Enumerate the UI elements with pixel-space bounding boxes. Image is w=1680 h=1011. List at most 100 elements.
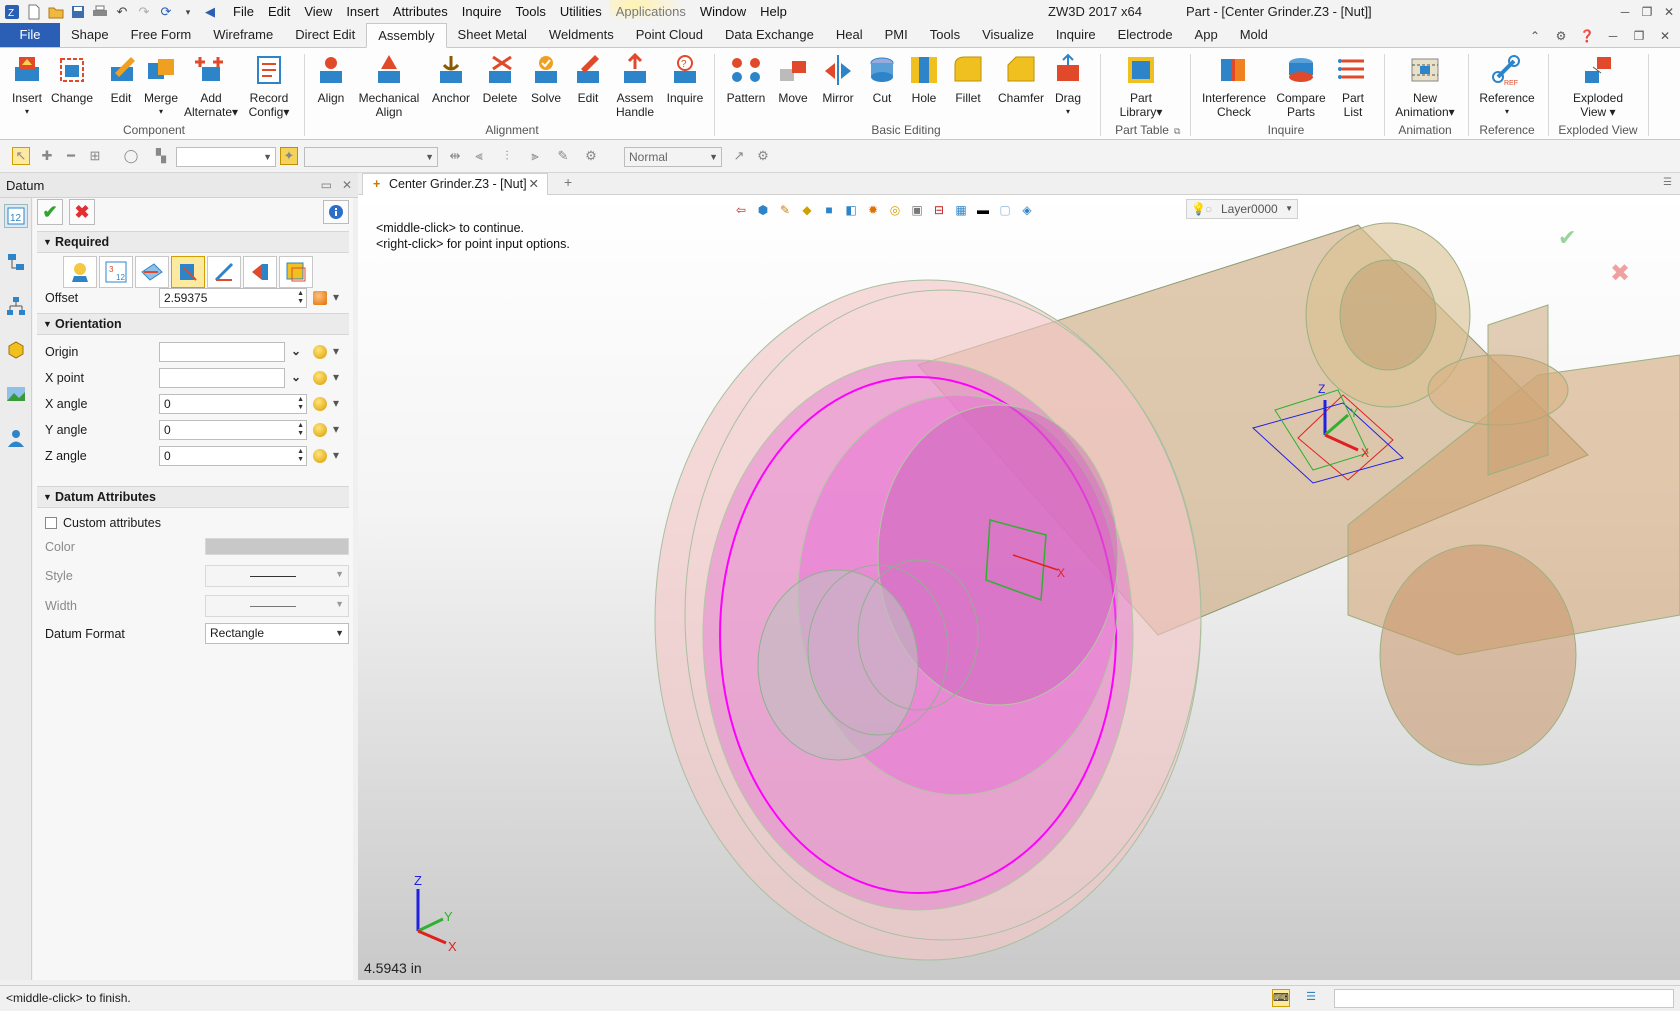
xangle-spinner-icon[interactable]: ▲ ▼ (297, 396, 304, 412)
visual-styles-icon[interactable] (4, 382, 28, 406)
panel-close-icon[interactable]: ✕ (342, 178, 352, 192)
tab-sheet-metal[interactable]: Sheet Metal (447, 23, 538, 47)
menu-file[interactable]: File (226, 0, 261, 24)
collapse-ribbon-icon[interactable]: ⌃ (1524, 24, 1546, 48)
doc-minimize-icon[interactable]: ─ (1602, 24, 1624, 48)
background-icon[interactable]: ▢ (996, 201, 1014, 219)
doc-close-icon[interactable]: ✕ (1654, 24, 1676, 48)
minimize-icon[interactable]: ─ (1614, 0, 1636, 24)
offset-spinner-icon[interactable]: ▲ ▼ (297, 290, 304, 306)
undo-icon[interactable]: ↶ (112, 2, 132, 22)
layer-select[interactable]: 💡 ○ Layer0000 ▼ (1186, 199, 1298, 219)
yangle-pick-icon[interactable] (313, 423, 327, 437)
menu-applications[interactable]: Applications (608, 0, 693, 24)
part-box-icon[interactable] (4, 338, 28, 362)
xangle-dropdown-icon[interactable]: ▾ (333, 396, 339, 410)
zoom-window-icon[interactable]: ▣ (908, 201, 926, 219)
tab-list-icon[interactable]: ☰ (1663, 177, 1672, 188)
menu-help[interactable]: Help (753, 0, 794, 24)
hole-button[interactable]: Hole (906, 52, 942, 105)
close-tab-icon[interactable]: ✕ (529, 174, 539, 195)
move-button[interactable]: Move (774, 52, 812, 105)
line-filter-icon[interactable]: ━ (62, 147, 80, 165)
layer-dropdown-icon[interactable]: ▼ (1285, 200, 1293, 218)
close-icon[interactable]: ✕ (1658, 0, 1680, 24)
datum-view-icon[interactable] (279, 256, 313, 288)
command-input-icon[interactable]: ⌨ (1272, 989, 1290, 1007)
refresh-icon[interactable]: ⟳ (156, 2, 176, 22)
cursor-icon[interactable]: ↗ (730, 147, 748, 165)
history-tree-icon[interactable] (4, 294, 28, 318)
tab-inquire[interactable]: Inquire (1045, 23, 1107, 47)
view-orient-icon[interactable]: ⬢ (754, 201, 772, 219)
pick-filter-icon[interactable]: ↖ (12, 147, 30, 165)
align-left-icon[interactable]: ⫷ (470, 147, 488, 165)
message-log-icon[interactable]: ☰ (1302, 989, 1320, 1007)
delete-constraint-button[interactable]: Delete (478, 52, 522, 105)
zangle-spinner-icon[interactable]: ▲ ▼ (297, 448, 304, 464)
ok-button[interactable]: ✔ (37, 199, 63, 225)
3d-viewport[interactable]: X Z Y X <middle-click> to continue. <rig… (358, 195, 1680, 980)
offset-measure-icon[interactable] (313, 291, 327, 305)
inquire-constraint-button[interactable]: ? Inquire (662, 52, 708, 105)
options-gear-icon[interactable]: ⚙ (754, 147, 772, 165)
menu-window[interactable]: Window (693, 0, 753, 24)
menu-utilities[interactable]: Utilities (553, 0, 609, 24)
color-swatch[interactable] (205, 538, 349, 555)
layer-visibility-icon[interactable]: ○ (1205, 200, 1212, 218)
edit-component-button[interactable]: Edit (104, 52, 138, 105)
compare-parts-button[interactable]: Compare Parts (1272, 52, 1330, 119)
datum-format-select[interactable]: Rectangle ▼ (205, 623, 349, 644)
xangle-input[interactable]: 0 ▲ ▼ (159, 394, 307, 414)
edit-constraint-button[interactable]: Edit (568, 52, 608, 105)
xpoint-dropdown-icon[interactable]: ▾ (333, 370, 339, 384)
tab-file[interactable]: File (0, 23, 60, 47)
layer-manager-icon[interactable]: ◈ (1018, 201, 1036, 219)
menu-tools[interactable]: Tools (509, 0, 553, 24)
tab-point-cloud[interactable]: Point Cloud (625, 23, 714, 47)
save-icon[interactable] (68, 2, 88, 22)
solve-button[interactable]: Solve (526, 52, 566, 105)
zangle-input[interactable]: 0 ▲ ▼ (159, 446, 307, 466)
print-icon[interactable] (90, 2, 110, 22)
accept-checkmark-icon[interactable]: ✔ (1558, 225, 1576, 251)
interference-check-button[interactable]: Interference Check (1198, 52, 1270, 119)
tab-heal[interactable]: Heal (825, 23, 874, 47)
yangle-dropdown-icon[interactable]: ▾ (333, 422, 339, 436)
cut-button[interactable]: Cut (864, 52, 900, 105)
record-config-button[interactable]: Record Config▾ (244, 52, 294, 119)
section-datum-attributes[interactable]: ▼ Datum Attributes (37, 486, 349, 508)
drag-button[interactable]: Drag ▾ (1048, 52, 1088, 119)
new-animation-button[interactable]: New Animation▾ (1390, 52, 1460, 119)
dropdown-arrow-icon[interactable]: ▾ (178, 2, 198, 22)
shading-icon[interactable]: ▦ (952, 201, 970, 219)
exploded-view-button[interactable]: Exploded View ▾ (1558, 52, 1638, 119)
cube-view-icon[interactable]: ■ (820, 201, 838, 219)
tab-tools[interactable]: Tools (919, 23, 971, 47)
xpoint-pick-icon[interactable] (313, 371, 327, 385)
doc-restore-icon[interactable]: ❐ (1628, 24, 1650, 48)
tab-direct-edit[interactable]: Direct Edit (284, 23, 366, 47)
section-orientation[interactable]: ▼ Orientation (37, 313, 349, 335)
part-library-button[interactable]: Part Library▾ (1110, 52, 1172, 119)
document-tab[interactable]: + Center Grinder.Z3 - [Nut] ✕ (362, 173, 548, 195)
clip-plane-icon[interactable]: ⊟ (930, 201, 948, 219)
zoom-fit-icon[interactable]: ◎ (886, 201, 904, 219)
tab-electrode[interactable]: Electrode (1107, 23, 1184, 47)
chamfer-button[interactable]: Chamfer (996, 52, 1046, 105)
origin-input[interactable] (159, 342, 285, 362)
snap-icon[interactable]: ⇹ (446, 147, 464, 165)
menu-inquire[interactable]: Inquire (455, 0, 509, 24)
datum-three-points-icon[interactable]: 3 12 (99, 256, 133, 288)
mirror-button[interactable]: Mirror (818, 52, 858, 105)
width-dropdown-icon[interactable]: ▼ (335, 599, 344, 609)
help-icon[interactable]: ❓ (1576, 24, 1598, 48)
origin-pick-icon[interactable] (313, 345, 327, 359)
align-right-icon[interactable]: ⫸ (526, 147, 544, 165)
part-list-button[interactable]: Part List (1334, 52, 1372, 119)
panel-pin-icon[interactable]: ▭ (321, 178, 332, 192)
merge-button[interactable]: Merge ▾ (142, 52, 180, 119)
lasso-select-icon[interactable]: ◯ (122, 147, 140, 165)
measure-icon[interactable]: ✎ (776, 201, 794, 219)
back-arrow-icon[interactable]: ◀ (200, 2, 220, 22)
